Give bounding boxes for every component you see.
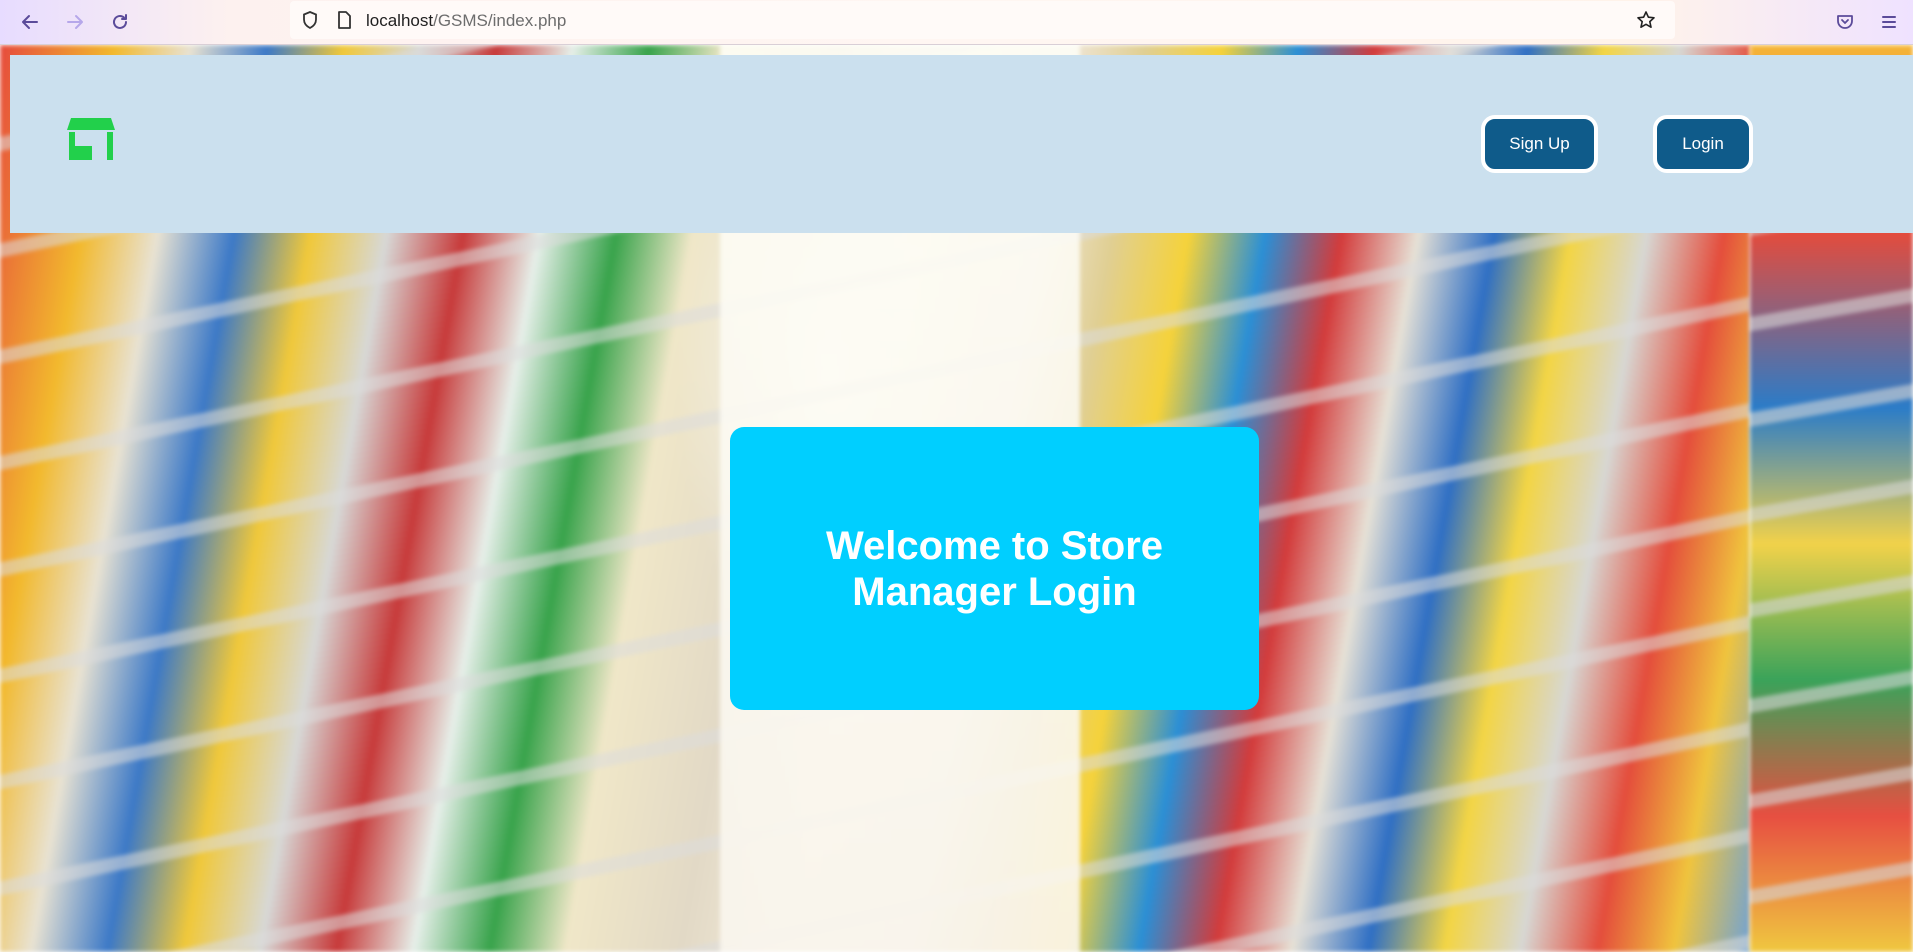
url-path: /GSMS/index.php (433, 11, 567, 30)
url-host: localhost (366, 11, 434, 30)
address-bar[interactable]: localhost/GSMS/index.php (290, 1, 1675, 39)
menu-icon[interactable] (1875, 8, 1903, 36)
shield-icon[interactable] (300, 10, 320, 30)
url-text[interactable]: localhost/GSMS/index.php (366, 11, 566, 31)
welcome-title: Welcome to Store Manager Login (825, 523, 1164, 614)
signup-button[interactable]: Sign Up (1481, 115, 1598, 173)
forward-arrow-icon[interactable] (61, 8, 89, 36)
browser-toolbar: localhost/GSMS/index.php (0, 0, 1913, 45)
bookmark-star-icon[interactable] (1636, 10, 1656, 30)
login-button[interactable]: Login (1653, 115, 1753, 173)
page: Sign Up Login Welcome to Store Manager L… (0, 45, 1913, 952)
pocket-icon[interactable] (1831, 8, 1859, 36)
back-arrow-icon[interactable] (16, 8, 44, 36)
welcome-card: Welcome to Store Manager Login (730, 427, 1259, 710)
page-icon[interactable] (334, 10, 354, 30)
site-header: Sign Up Login (10, 55, 1913, 233)
store-icon[interactable] (66, 117, 116, 161)
reload-icon[interactable] (106, 8, 134, 36)
